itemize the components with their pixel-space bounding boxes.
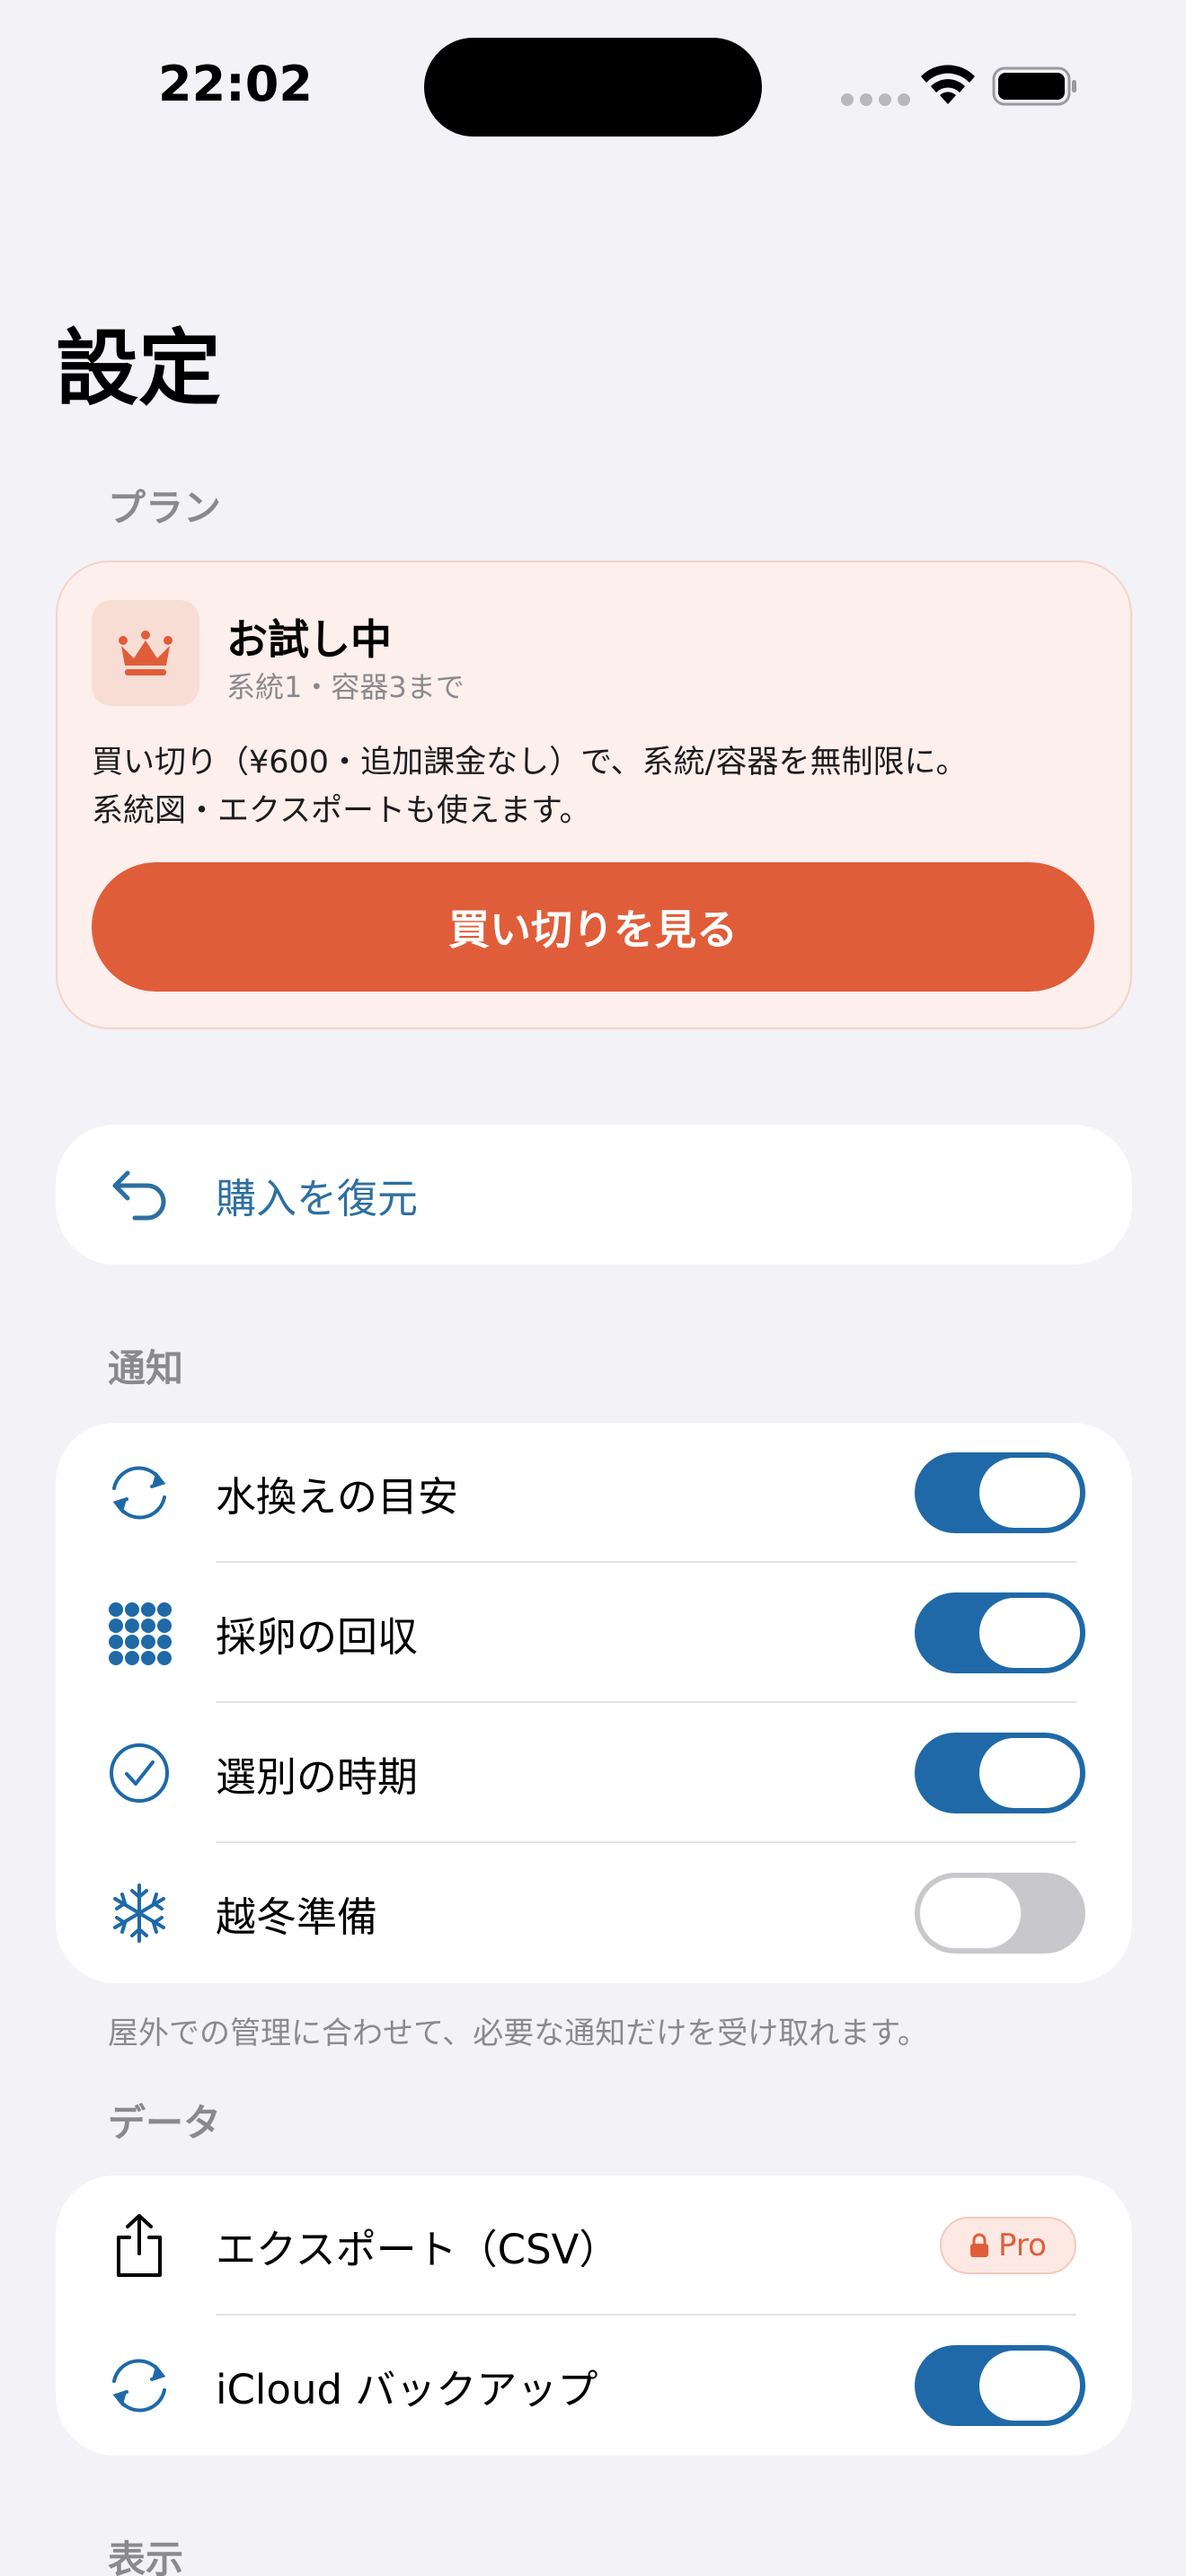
status-time: 22:02	[158, 56, 313, 112]
notification-row-water-change: 水換えの目安	[56, 1423, 1132, 1563]
icloud-backup-toggle[interactable]	[915, 2345, 1085, 2426]
icloud-backup-row: iCloud バックアップ	[56, 2316, 1132, 2456]
notification-label: 選別の時期	[216, 1752, 419, 1801]
plan-description: 買い切り（¥600・追加課金なし）で、系統/容器を無制限に。 系統図・エクスポー…	[92, 738, 1098, 835]
wifi-icon	[921, 65, 975, 104]
restore-purchase-row[interactable]: 購入を復元	[56, 1125, 1132, 1265]
notification-label: 水換えの目安	[216, 1472, 459, 1521]
notification-label: 越冬準備	[216, 1892, 378, 1941]
sync-icon	[102, 2349, 176, 2422]
pro-badge: Pro	[940, 2217, 1076, 2274]
sorting-toggle[interactable]	[915, 1733, 1085, 1813]
cellular-signal-icon	[841, 93, 910, 106]
egg-collection-toggle[interactable]	[915, 1592, 1085, 1673]
plan-icon-box	[92, 600, 199, 706]
share-icon	[102, 2209, 176, 2282]
section-header-display: 表示	[108, 2537, 184, 2576]
notification-row-egg-collection: 採卵の回収	[56, 1563, 1132, 1703]
grid-dots-icon	[102, 1596, 176, 1670]
battery-icon	[992, 66, 1076, 106]
water-change-toggle[interactable]	[915, 1452, 1085, 1533]
plan-description-line-1: 買い切り（¥600・追加課金なし）で、系統/容器を無制限に。	[92, 745, 968, 781]
notification-row-winter-prep: 越冬準備	[56, 1843, 1132, 1983]
notification-row-sorting: 選別の時期	[56, 1703, 1132, 1843]
view-purchase-button[interactable]: 買い切りを見る	[92, 862, 1094, 992]
section-header-notifications: 通知	[108, 1346, 184, 1390]
plan-title: お試し中	[226, 615, 392, 664]
section-header-data: データ	[108, 2101, 222, 2145]
restore-purchase-label: 購入を復元	[216, 1174, 419, 1222]
refresh-icon	[102, 1456, 176, 1530]
notification-label: 採卵の回収	[216, 1612, 419, 1661]
winter-prep-toggle[interactable]	[915, 1873, 1085, 1954]
page-title: 設定	[56, 321, 222, 417]
snowflake-icon	[102, 1876, 176, 1950]
undo-arrow-icon	[102, 1158, 176, 1231]
export-csv-row[interactable]: エクスポート（CSV） Pro	[56, 2175, 1132, 2316]
plan-subtitle: 系統1・容器3まで	[226, 670, 465, 704]
dynamic-island	[424, 38, 762, 137]
pro-badge-label: Pro	[998, 2228, 1047, 2263]
notifications-card: 水換えの目安 採卵の回収 選別の時期 越冬準備	[56, 1423, 1132, 1983]
data-card: エクスポート（CSV） Pro iCloud バックアップ	[56, 2175, 1132, 2456]
crown-icon	[119, 631, 173, 675]
restore-card: 購入を復元	[56, 1125, 1132, 1265]
section-header-plan: プラン	[108, 486, 222, 530]
icloud-backup-label: iCloud バックアップ	[216, 2365, 598, 2413]
notifications-footer: 屋外での管理に合わせて、必要な通知だけを受け取れます。	[108, 2016, 928, 2051]
plan-description-line-2: 系統図・エクスポートも使えます。	[92, 793, 591, 829]
lock-icon	[970, 2233, 989, 2257]
export-csv-label: エクスポート（CSV）	[216, 2225, 620, 2273]
checkmark-circle-icon	[102, 1736, 176, 1810]
